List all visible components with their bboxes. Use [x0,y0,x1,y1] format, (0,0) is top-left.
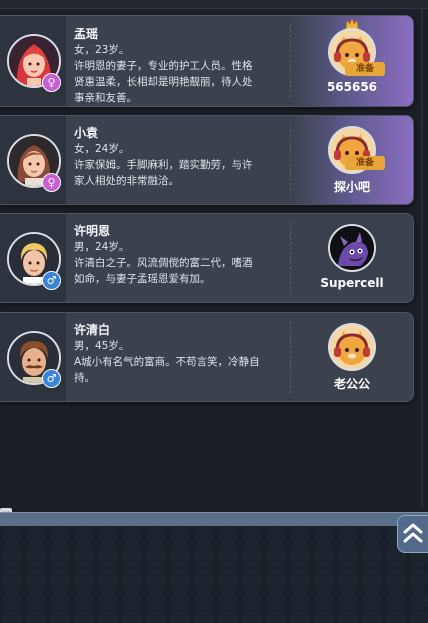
player-slot[interactable]: 老公公 [291,313,413,401]
player-name: 老公公 [333,377,370,391]
bottom-panel-header [0,512,428,526]
player-slot[interactable]: 准备 探小吧 [291,116,413,204]
player-name: 探小吧 [333,180,370,194]
female-gender-icon: ♀ [42,173,61,192]
player-slot[interactable]: 准备 565656 [291,16,413,106]
role-card-xuqingbai[interactable]: ♂ 许清白 男，45岁。 A城小有名气的富商。不苟言笑，冷静自 持。 老公公 [0,312,414,402]
role-description: 女，24岁。 许家保姆。手脚麻利，踏实勤劳，与许 家人相处的非常融洽。 [74,141,274,189]
desc-line: 女，24岁。 [74,143,130,155]
role-name: 许明恩 [74,224,111,238]
role-name: 小袁 [74,126,99,140]
player-name: 565656 [326,80,378,94]
role-name: 孟瑶 [74,27,99,41]
player-slot[interactable]: Supercell [291,214,413,302]
role-select-screen: ♀ 孟瑶 女，23岁。 许明恩的妻子，专业的护工人员。性格 贤惠温柔，长相却是明… [0,0,428,623]
bottom-panel [0,526,428,623]
role-card-xumingen[interactable]: ♂ 许明恩 男，24岁。 许清白之子。风流倜傥的富二代，嗜酒 如命，与妻子孟瑶恩… [0,213,414,303]
purple-dragon-icon [328,224,376,272]
ready-badge: 准备 [345,156,385,170]
desc-line: 持。 [74,372,95,384]
desc-line: 许明恩的妻子，专业的护工人员。性格 [74,60,253,72]
hex-background-pattern [0,526,428,623]
role-description: 男，24岁。 许清白之子。风流倜傥的富二代，嗜酒 如命，与妻子孟瑶恩爱有加。 [74,239,274,287]
role-card-mengyao[interactable]: ♀ 孟瑶 女，23岁。 许明恩的妻子，专业的护工人员。性格 贤惠温柔，长相却是明… [0,15,414,107]
role-card-xiaoyuan[interactable]: ♀ 小袁 女，24岁。 许家保姆。手脚麻利，踏实勤劳，与许 家人相处的非常融洽。 [0,115,414,205]
desc-line: 贤惠温柔，长相却是明艳靓丽，待人处 [74,76,253,88]
role-description: 男，45岁。 A城小有名气的富商。不苟言笑，冷静自 持。 [74,338,274,386]
desc-line: A城小有名气的富商。不苟言笑，冷静自 [74,356,260,368]
top-edge [0,0,428,9]
role-description: 女，23岁。 许明恩的妻子，专业的护工人员。性格 贤惠温柔，长相却是明艳靓丽，待… [74,42,274,106]
role-name: 许清白 [74,323,111,337]
male-gender-icon: ♂ [42,369,61,388]
desc-line: 女，23岁。 [74,44,130,56]
player-name: Supercell [320,276,384,290]
double-chevron-up-icon[interactable] [397,515,428,553]
desc-line: 如命，与妻子孟瑶恩爱有加。 [74,273,211,285]
desc-line: 家人相处的非常融洽。 [74,175,179,187]
male-gender-icon: ♂ [42,271,61,290]
female-gender-icon: ♀ [42,73,61,92]
cat-headphones-icon [328,323,376,371]
scrollbar[interactable] [421,8,423,508]
desc-line: 男，24岁。 [74,241,130,253]
ready-badge: 准备 [345,62,385,76]
desc-line: 许家保姆。手脚麻利，踏实勤劳，与许 [74,159,253,171]
desc-line: 许清白之子。风流倜傥的富二代，嗜酒 [74,257,253,269]
desc-line: 事亲和友善。 [74,92,137,104]
desc-line: 男，45岁。 [74,340,130,352]
